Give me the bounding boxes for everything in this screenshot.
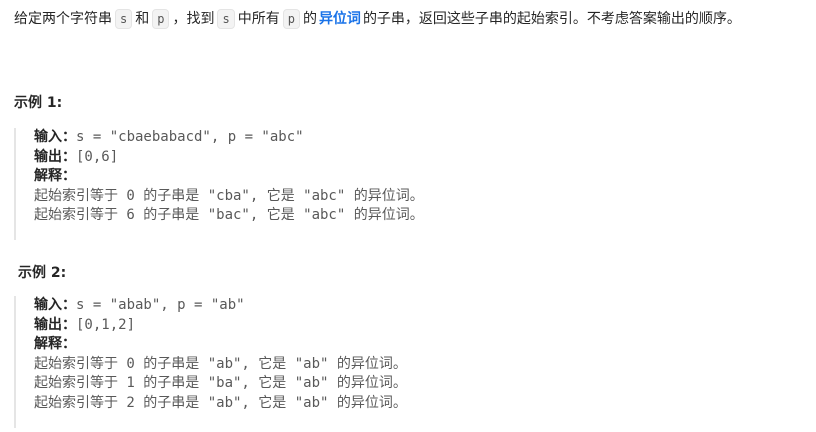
example-2-input-label: 输入： bbox=[34, 297, 76, 313]
statement-text-4: 中所有 bbox=[237, 11, 280, 27]
example-1-output-line: 输出：[0,6] bbox=[34, 148, 424, 168]
example-2-explain-line-3: 起始索引等于 2 的子串是 "ab", 它是 "ab" 的异位词。 bbox=[34, 394, 407, 411]
example-1-explain-line-1: 起始索引等于 0 的子串是 "cba", 它是 "abc" 的异位词。 bbox=[34, 187, 424, 204]
code-p: p bbox=[152, 9, 170, 29]
code-s: s bbox=[115, 9, 133, 29]
example-1-input-line: 输入：s = "cbaebabacd", p = "abc" bbox=[34, 128, 424, 148]
statement-text-6: 的子串，返回这些子串的起始索引。不考虑答案输出的顺序。 bbox=[362, 11, 741, 27]
example-1-output-label: 输出： bbox=[34, 148, 76, 165]
example-2-explain-label: 解释： bbox=[34, 336, 76, 352]
code-s-2: s bbox=[217, 9, 235, 29]
anagram-term-link[interactable]: 异位词 bbox=[319, 11, 361, 27]
statement-text-5: 的 bbox=[302, 11, 317, 27]
example-2-explain-line-2: 起始索引等于 1 的子串是 "ba", 它是 "ab" 的异位词。 bbox=[34, 375, 407, 391]
example-1-block: 输入：s = "cbaebabacd", p = "abc" 输出：[0,6] 解释… bbox=[14, 128, 424, 240]
statement-text-2: 和 bbox=[135, 11, 150, 27]
example-1-input-label: 输入： bbox=[34, 129, 76, 145]
code-p-2: p bbox=[282, 9, 300, 29]
example-2-output-line: 输出：[0,1,2] bbox=[34, 316, 407, 336]
example-2-input-line: 输入：s = "abab", p = "ab" bbox=[34, 296, 407, 316]
example-2-input-value: s = "abab", p = "ab" bbox=[76, 297, 245, 313]
example-2-title: 示例 2: bbox=[18, 265, 67, 281]
example-2-output-label: 输出： bbox=[34, 316, 76, 333]
example-1-explain-label: 解释： bbox=[34, 168, 76, 184]
example-2-explain-line-1: 起始索引等于 0 的子串是 "ab", 它是 "ab" 的异位词。 bbox=[34, 355, 407, 372]
example-2-output-value: [0,1,2] bbox=[76, 316, 136, 333]
example-1-output-value: [0,6] bbox=[76, 148, 119, 165]
statement-text-3: ，找到 bbox=[172, 11, 215, 27]
example-1-explain-line-2: 起始索引等于 6 的子串是 "bac", 它是 "abc" 的异位词。 bbox=[34, 207, 424, 223]
statement-text-1: 给定两个字符串 bbox=[14, 11, 112, 27]
example-1-input-value: s = "cbaebabacd", p = "abc" bbox=[76, 129, 304, 145]
example-2-block: 输入：s = "abab", p = "ab" 输出：[0,1,2] 解释： 起始索引… bbox=[14, 296, 407, 428]
problem-description: 给定两个字符串 s 和 p ，找到 s 中所有 p 的异位词 的子串，返回这些子串的起始索引。不考… bbox=[0, 0, 816, 432]
problem-statement: 给定两个字符串 s 和 p ，找到 s 中所有 p 的异位词 的子串，返回这些子串的起始索引。不考… bbox=[14, 8, 741, 30]
example-1-title: 示例 1: bbox=[14, 95, 63, 111]
